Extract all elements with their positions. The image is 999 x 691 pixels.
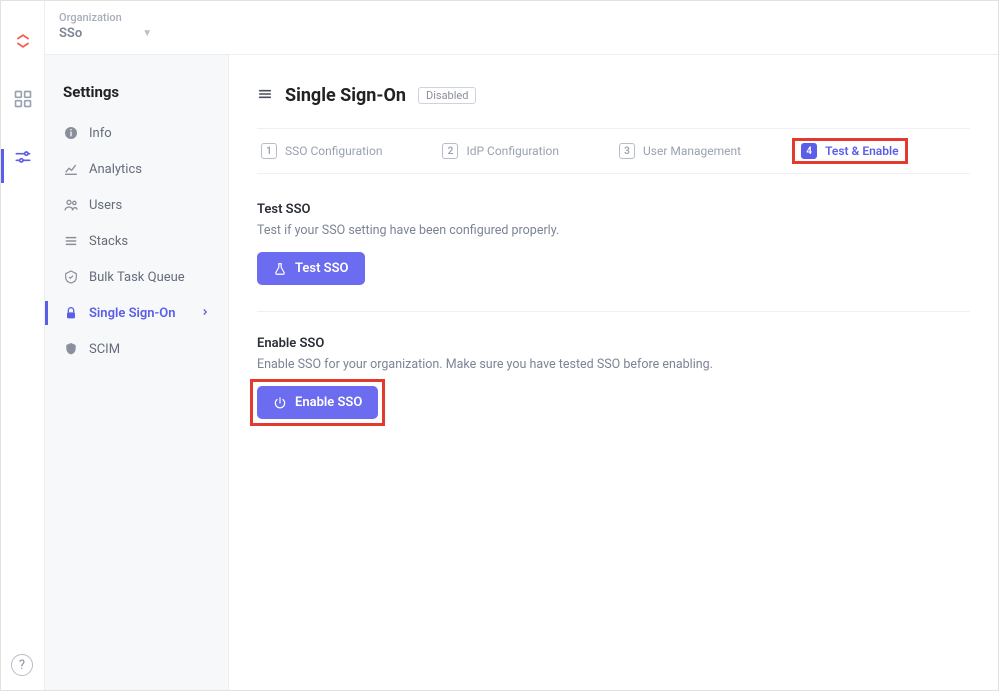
section-heading: Enable SSO xyxy=(257,336,970,351)
page-title-row: Single Sign-On Disabled xyxy=(257,85,970,106)
sidebar-item-bulk-task-queue[interactable]: Bulk Task Queue xyxy=(45,259,228,295)
sidebar-item-label: Analytics xyxy=(89,162,142,177)
info-icon xyxy=(63,125,79,141)
logo-icon[interactable] xyxy=(13,31,33,55)
lock-icon xyxy=(63,305,79,321)
stacks-icon xyxy=(63,233,79,249)
users-icon xyxy=(63,197,79,213)
section-description: Test if your SSO setting have been confi… xyxy=(257,223,970,238)
queue-icon xyxy=(63,269,79,285)
step-number: 2 xyxy=(442,143,458,159)
step-label: Test & Enable xyxy=(825,144,898,158)
top-header: Organization SSo ▼ xyxy=(45,1,998,55)
step-user-management[interactable]: 3 User Management xyxy=(619,143,741,159)
step-test-and-enable[interactable]: 4 Test & Enable xyxy=(801,143,898,159)
step-idp-configuration[interactable]: 2 IdP Configuration xyxy=(442,143,559,159)
section-description: Enable SSO for your organization. Make s… xyxy=(257,357,970,372)
sidebar-item-users[interactable]: Users xyxy=(45,187,228,223)
settings-sliders-icon[interactable] xyxy=(13,147,33,171)
section-heading: Test SSO xyxy=(257,202,970,217)
org-selector[interactable]: SSo ▼ xyxy=(59,26,152,41)
help-button[interactable]: ? xyxy=(11,654,33,676)
rail-active-indicator xyxy=(1,149,4,183)
power-icon xyxy=(273,396,287,410)
sidebar-item-label: Bulk Task Queue xyxy=(89,270,185,285)
analytics-icon xyxy=(63,161,79,177)
step-sso-configuration[interactable]: 1 SSO Configuration xyxy=(261,143,382,159)
org-name: SSo xyxy=(59,26,82,41)
menu-icon[interactable] xyxy=(257,86,273,106)
flask-icon xyxy=(273,262,287,276)
highlight-box: 4 Test & Enable xyxy=(792,138,907,164)
button-label: Enable SSO xyxy=(295,395,362,410)
sidebar-item-scim[interactable]: SCIM xyxy=(45,331,228,367)
org-label: Organization xyxy=(59,11,152,24)
test-sso-button[interactable]: Test SSO xyxy=(257,252,365,285)
step-number: 1 xyxy=(261,143,277,159)
shield-icon xyxy=(63,341,79,357)
section-test-sso: Test SSO Test if your SSO setting have b… xyxy=(257,202,970,285)
sidebar-title: Settings xyxy=(45,83,228,115)
sidebar-item-label: Stacks xyxy=(89,234,128,249)
button-label: Test SSO xyxy=(295,261,349,276)
sidebar-item-info[interactable]: Info xyxy=(45,115,228,151)
nav-rail xyxy=(1,1,45,690)
step-number: 3 xyxy=(619,143,635,159)
chevron-right-icon xyxy=(200,306,210,321)
step-tabs: 1 SSO Configuration 2 IdP Configuration … xyxy=(257,128,970,174)
sidebar-item-label: Users xyxy=(89,198,122,213)
divider xyxy=(257,311,970,312)
step-label: IdP Configuration xyxy=(466,144,559,158)
highlight-box: Enable SSO xyxy=(250,379,385,426)
main-content: Single Sign-On Disabled 1 SSO Configurat… xyxy=(229,55,998,690)
sidebar-item-analytics[interactable]: Analytics xyxy=(45,151,228,187)
sidebar-item-single-sign-on[interactable]: Single Sign-On xyxy=(45,295,228,331)
step-label: User Management xyxy=(643,144,741,158)
step-label: SSO Configuration xyxy=(285,144,382,158)
section-enable-sso: Enable SSO Enable SSO for your organizat… xyxy=(257,336,970,419)
sidebar-item-label: Info xyxy=(89,126,112,141)
sidebar-item-stacks[interactable]: Stacks xyxy=(45,223,228,259)
sidebar-item-label: Single Sign-On xyxy=(89,306,176,321)
settings-sidebar: Settings Info Analytics Users Stacks Bul… xyxy=(45,55,229,690)
enable-sso-button[interactable]: Enable SSO xyxy=(257,386,378,419)
page-title: Single Sign-On xyxy=(285,85,406,106)
sidebar-item-label: SCIM xyxy=(89,342,120,357)
dashboard-icon[interactable] xyxy=(13,89,33,113)
step-number: 4 xyxy=(801,143,817,159)
status-badge: Disabled xyxy=(418,87,476,104)
caret-down-icon: ▼ xyxy=(142,28,152,39)
